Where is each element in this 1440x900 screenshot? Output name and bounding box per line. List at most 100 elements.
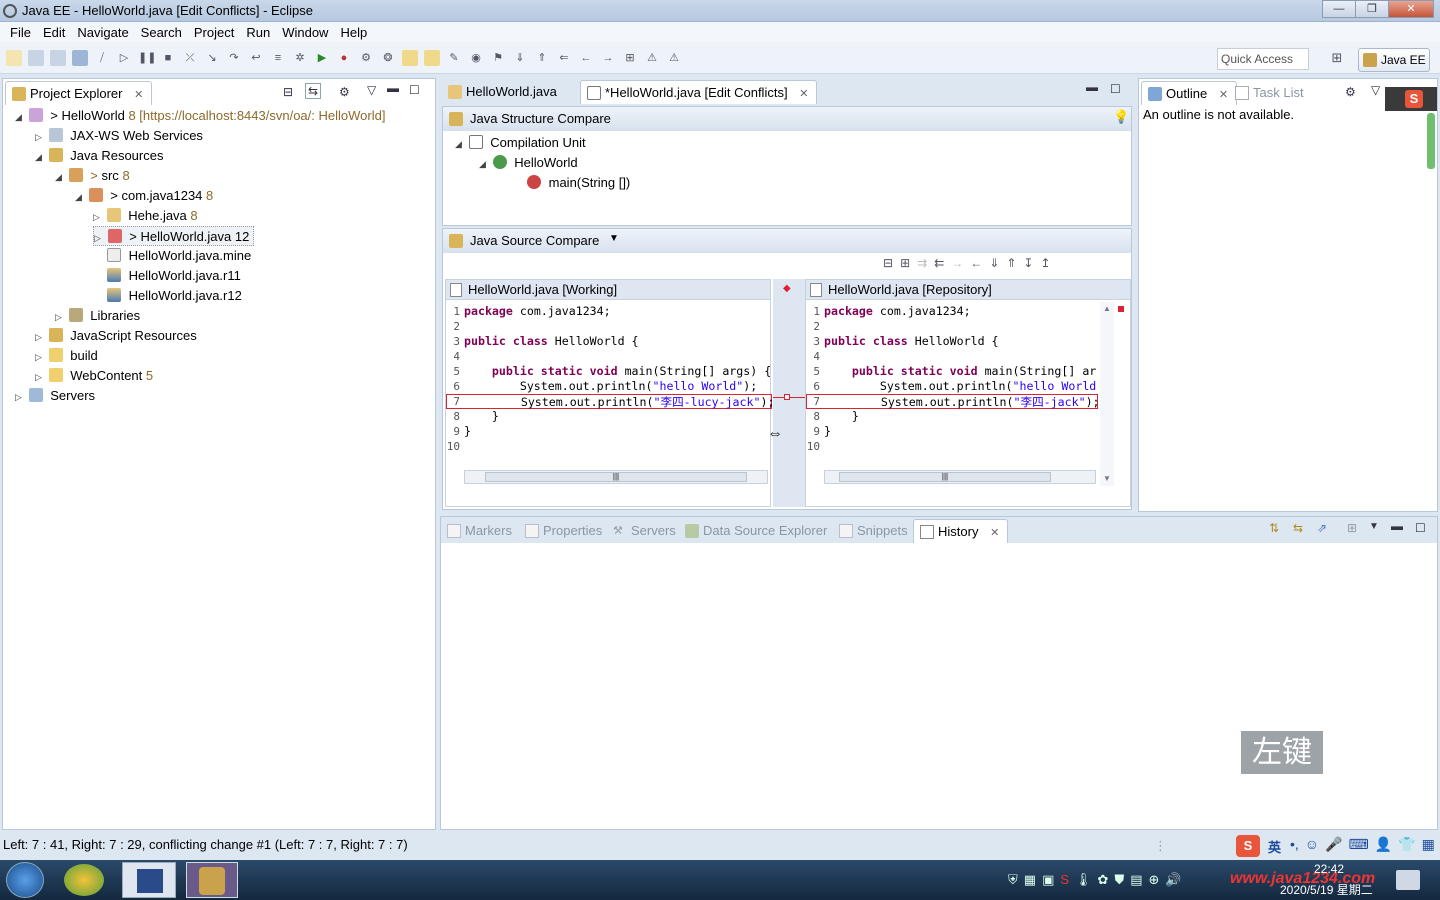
tab-history[interactable]: History ✕: [913, 519, 1009, 543]
tray-shield-icon[interactable]: ⛨: [1008, 872, 1018, 888]
ime-user-icon[interactable]: 👤: [1375, 836, 1392, 853]
step-into-icon[interactable]: ↘: [204, 50, 220, 66]
new-icon[interactable]: [6, 50, 22, 66]
open-type-icon[interactable]: [402, 50, 418, 66]
history-pin-icon[interactable]: ⇗: [1317, 521, 1327, 535]
overview-ruler-conflict[interactable]: [1118, 306, 1124, 312]
tree-item-libraries[interactable]: ▷ Libraries: [55, 306, 140, 326]
menu-edit[interactable]: Edit: [37, 25, 71, 40]
suspend-icon[interactable]: ❚❚: [138, 50, 156, 66]
expand-twisty[interactable]: ▷: [35, 367, 45, 387]
expand-twisty[interactable]: ◢: [35, 147, 45, 167]
tab-markers[interactable]: Markers: [441, 519, 520, 543]
tray-security-icon[interactable]: ⛊: [1114, 872, 1124, 888]
scroll-up-icon[interactable]: ▲: [1103, 304, 1111, 313]
scroll-thumb[interactable]: |||: [485, 472, 747, 482]
expand-twisty[interactable]: ▷: [15, 387, 25, 407]
open-perspective-icon[interactable]: ⊞: [1328, 50, 1346, 68]
close-tab-icon[interactable]: ✕: [134, 89, 143, 101]
minimize-view-icon[interactable]: ▬: [1391, 519, 1403, 533]
left-compare-editor[interactable]: HelloWorld.java [Working] 1 package com.j…: [445, 279, 774, 507]
tab-edit-conflicts[interactable]: *HelloWorld.java [Edit Conflicts] ✕: [580, 80, 818, 104]
ime-mode-english[interactable]: 英: [1268, 837, 1281, 856]
next-difference-icon[interactable]: ⇓: [989, 256, 999, 270]
link-with-editor-icon[interactable]: ⇆: [305, 83, 322, 99]
menu-navigate[interactable]: Navigate: [71, 25, 134, 40]
menu-window[interactable]: Window: [276, 25, 334, 40]
tray-nvidia-icon[interactable]: ▣: [1042, 872, 1054, 888]
expand-twisty[interactable]: ◢: [75, 187, 85, 207]
debug-icon[interactable]: ✲: [292, 50, 308, 66]
left-horizontal-scrollbar[interactable]: |||: [464, 470, 768, 484]
copy-all-right-icon[interactable]: ⇉: [917, 256, 927, 270]
last-edit-icon[interactable]: ⇐: [556, 50, 572, 66]
code-line[interactable]: }: [824, 409, 859, 424]
expand-twisty[interactable]: ◢: [455, 134, 465, 154]
copy-left-icon[interactable]: ←: [970, 256, 982, 270]
close-tab-icon[interactable]: ✕: [799, 88, 808, 100]
source-compare-menu-icon[interactable]: ▼: [609, 233, 619, 244]
ime-emoji-icon[interactable]: ☺: [1305, 836, 1319, 853]
terminate-icon[interactable]: ■: [160, 50, 176, 66]
menu-help[interactable]: Help: [334, 25, 373, 40]
use-step-filters-icon[interactable]: ≡: [270, 50, 286, 66]
scroll-thumb[interactable]: |||: [839, 472, 1051, 482]
resume-icon[interactable]: ▷: [116, 50, 132, 66]
history-refresh-icon[interactable]: ⇅: [1269, 521, 1279, 535]
close-window-button[interactable]: ✕: [1388, 0, 1434, 18]
tray-display-icon[interactable]: ▤: [1130, 872, 1142, 888]
copy-right-icon[interactable]: →: [951, 256, 963, 270]
tray-network-icon[interactable]: ▦: [1024, 872, 1036, 888]
close-tab-icon[interactable]: ✕: [1219, 89, 1228, 101]
tree-item-helloworld-project[interactable]: ◢ > HelloWorld 8 [https://localhost:8443…: [15, 106, 385, 126]
code-line[interactable]: System.out.println("hello World");: [464, 379, 757, 394]
next-annotation-icon[interactable]: ⇓: [512, 50, 528, 66]
maximize-editor-icon[interactable]: ☐: [1110, 82, 1121, 96]
right-vertical-scrollbar[interactable]: ▲ ▼: [1100, 302, 1114, 486]
ime-voice-icon[interactable]: 🎤: [1325, 836, 1342, 853]
ime-keyboard-icon[interactable]: ⌨: [1349, 836, 1369, 853]
notification-icon[interactable]: [1396, 870, 1420, 890]
external-tools-icon[interactable]: ●: [336, 50, 352, 66]
restore-button[interactable]: ❐: [1355, 0, 1389, 18]
structure-item-compilation-unit[interactable]: ◢ Compilation Unit: [455, 133, 586, 153]
tree-item-helloworld-java[interactable]: ▷ > HelloWorld.java 12: [93, 226, 255, 246]
annotation-icon[interactable]: ⚑: [490, 50, 506, 66]
expand-twisty[interactable]: ▷: [35, 327, 45, 347]
menu-run[interactable]: Run: [240, 25, 276, 40]
tab-project-explorer[interactable]: Project Explorer ✕: [5, 81, 153, 105]
back-icon[interactable]: ←: [578, 50, 594, 66]
filter-icon[interactable]: ⚙: [339, 85, 350, 99]
ime-skin-icon[interactable]: 👕: [1398, 836, 1415, 853]
tree-item-hehe[interactable]: ▷ Hehe.java 8: [93, 206, 198, 226]
skip-breakpoints-icon[interactable]: ⧸: [94, 50, 110, 66]
right-code[interactable]: 1 package com.java1234; 2 3 public class Hel…: [806, 302, 1098, 486]
expand-twisty[interactable]: ◢: [479, 154, 489, 174]
tree-item-r12[interactable]: HelloWorld.java.r12: [107, 286, 242, 306]
ime-tools-icon[interactable]: ▦: [1422, 836, 1435, 853]
expand-twisty[interactable]: ▷: [93, 207, 103, 227]
menu-search[interactable]: Search: [135, 25, 188, 40]
tab-properties[interactable]: Properties: [519, 519, 610, 543]
taskbar-app-1[interactable]: [64, 864, 104, 896]
tab-task-list[interactable]: Task List: [1229, 81, 1312, 105]
save-all-icon[interactable]: [50, 50, 66, 66]
right-horizontal-scrollbar[interactable]: |||: [824, 470, 1096, 484]
minimize-view-icon[interactable]: ▬: [387, 81, 399, 95]
globe-icon[interactable]: ◉: [468, 50, 484, 66]
conflict-code-line[interactable]: System.out.println("李四-jack");: [806, 394, 1098, 409]
code-line[interactable]: }: [464, 409, 499, 424]
collapse-all-icon[interactable]: ⊟: [283, 85, 293, 99]
minimize-editor-icon[interactable]: ▬: [1086, 80, 1098, 94]
new-server-icon[interactable]: ⚙: [358, 50, 374, 66]
pin-icon[interactable]: ⊞: [622, 50, 638, 66]
clock-time[interactable]: 22:42: [1314, 862, 1344, 876]
step-over-icon[interactable]: ↷: [226, 50, 242, 66]
sogou-ime-floating-icon[interactable]: S: [1385, 87, 1437, 111]
tray-volume-icon[interactable]: 🔊: [1165, 872, 1181, 888]
disconnect-icon[interactable]: ⤫: [182, 50, 198, 66]
quick-access-input[interactable]: Quick Access: [1217, 48, 1309, 70]
expand-twisty[interactable]: ◢: [55, 167, 65, 187]
save-icon[interactable]: [28, 50, 44, 66]
tab-snippets[interactable]: Snippets: [833, 519, 916, 543]
